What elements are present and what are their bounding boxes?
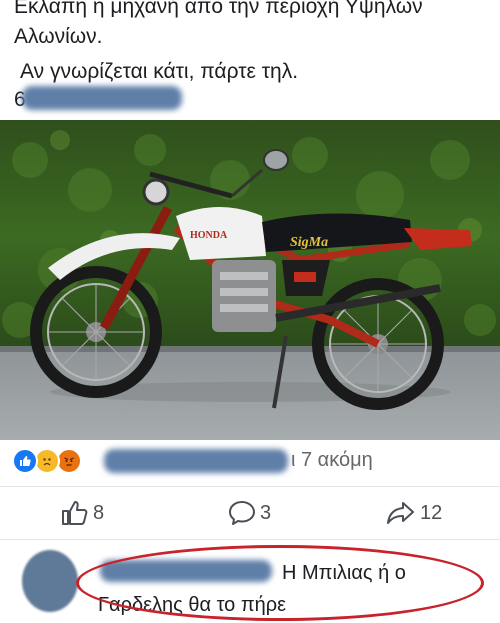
post-text-line-3: Αν γνωρίζεται κάτι, πάρτε τηλ. (20, 60, 299, 83)
post-text-line-1: Εκλάπη η μηχανή από την περιοχή Υψηλών (14, 0, 423, 18)
thumbs-up-icon (62, 501, 88, 525)
comment-count: 3 (260, 501, 272, 524)
seat-text: SigMa (290, 235, 328, 250)
like-button[interactable]: 8 (60, 487, 104, 539)
brand-text: HONDA (190, 230, 228, 241)
redacted-phone-number (22, 86, 182, 110)
comment-button[interactable]: 3 (227, 487, 271, 539)
comment-item: Η Μπιλιας ή ο Γαρδελης θα το πήρε (0, 540, 500, 623)
commenter-avatar[interactable] (22, 550, 78, 612)
highlight-circle (76, 545, 484, 621)
reactions-more-text[interactable]: ι 7 ακόμη (291, 449, 373, 472)
like-count: 8 (93, 501, 105, 524)
post-actions-bar: 8 3 12 (0, 486, 500, 540)
reactions-bar[interactable]: ι 7 ακόμη (0, 440, 500, 484)
comment-bubble-icon (229, 501, 255, 525)
post-text-line-2: Αλωνίων. (14, 25, 103, 48)
share-arrow-icon (387, 502, 414, 524)
share-count: 12 (420, 501, 443, 524)
like-icon (12, 448, 38, 474)
redacted-reactor-names (104, 449, 288, 473)
motorcycle-photo[interactable]: HONDA SigMa (0, 120, 500, 440)
motorcycle-image: HONDA SigMa (0, 120, 500, 440)
share-button[interactable]: 12 (385, 487, 442, 539)
